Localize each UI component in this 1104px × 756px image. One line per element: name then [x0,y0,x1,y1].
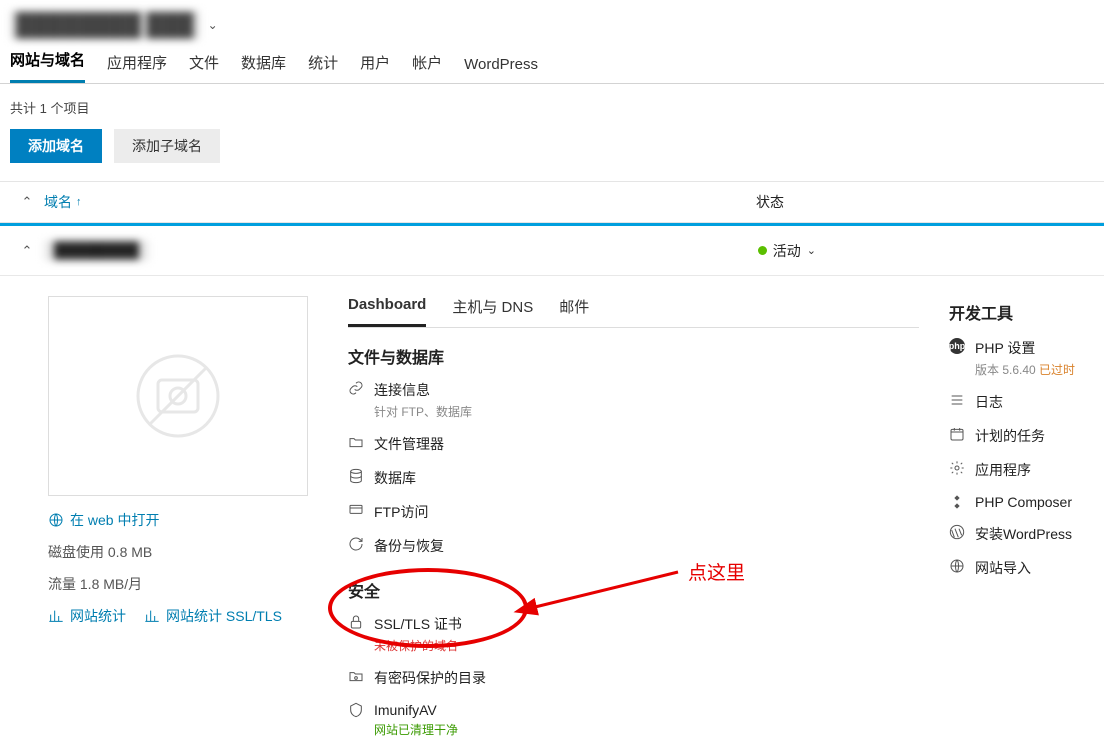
globe-icon [48,512,64,528]
collapse-toggle-icon[interactable]: ⌃ [10,243,44,259]
php-version-note: 版本 5.6.40 已过时 [975,361,1075,378]
top-tabs: 网站与域名 应用程序 文件 数据库 统计 用户 帐户 WordPress [0,48,1104,84]
wordpress-icon [949,524,965,540]
chevron-down-icon[interactable]: ⌄ [208,18,218,32]
status-dropdown[interactable]: 活动 ⌄ [758,241,1094,261]
item-count: 共计 1 个项目 [0,84,1104,129]
tab-stats[interactable]: 统计 [308,52,338,83]
database-icon [348,468,364,484]
composer-icon [949,494,965,510]
logs-link[interactable]: 日志 [949,392,1094,412]
column-status-label: 状态 [756,192,1094,212]
php-settings-link[interactable]: php PHP 设置 版本 5.6.40 已过时 [949,338,1094,378]
link-icon [348,380,364,396]
ftp-icon [348,502,364,518]
install-wordpress-link[interactable]: 安装WordPress [949,524,1094,544]
domain-panel: ⌃ ████████ 活动 ⌄ 在 web 中打开 [0,223,1104,748]
status-active-icon [758,246,767,255]
tab-wordpress[interactable]: WordPress [464,56,538,83]
security-list: SSL/TLS 证书 未被保护的域名 有密码保护的目录 ImunifyAV 网站… [348,614,919,738]
column-domain-label: 域名 [44,192,72,212]
domain-subtabs: Dashboard 主机与 DNS 邮件 [348,296,919,328]
databases-link[interactable]: 数据库 [348,468,919,488]
sort-ascending-icon: ↑ [76,196,82,208]
domain-panel-body: 在 web 中打开 磁盘使用 0.8 MB 流量 1.8 MB/月 网站统计 [0,276,1104,748]
section-security-title: 安全 [348,578,919,602]
ftp-access-link[interactable]: FTP访问 [348,502,919,522]
right-column: 开发工具 php PHP 设置 版本 5.6.40 已过时 日志 [949,296,1094,738]
connection-info-link[interactable]: 连接信息 针对 FTP、数据库 [348,380,919,420]
file-manager-link[interactable]: 文件管理器 [348,434,919,454]
folder-icon [348,434,364,450]
imunifyav-link[interactable]: ImunifyAV 网站已清理干净 [348,702,919,738]
no-image-icon [128,346,228,446]
tab-files[interactable]: 文件 [189,52,219,83]
lock-icon [348,614,364,630]
left-column: 在 web 中打开 磁盘使用 0.8 MB 流量 1.8 MB/月 网站统计 [48,296,348,738]
web-stats-link[interactable]: 网站统计 [48,606,126,626]
scheduled-tasks-link[interactable]: 计划的任务 [949,426,1094,446]
status-label: 活动 [773,241,801,261]
disk-usage: 磁盘使用 0.8 MB [48,542,348,562]
ssl-tls-certs-link[interactable]: SSL/TLS 证书 未被保护的域名 [348,614,919,654]
list-header: ⌃ 域名 ↑ 状态 [0,181,1104,223]
dev-tools-list: php PHP 设置 版本 5.6.40 已过时 日志 计划的任务 [949,338,1094,578]
php-badge-icon: php [949,338,965,354]
subtab-dashboard[interactable]: Dashboard [348,296,426,327]
site-screenshot-placeholder[interactable] [48,296,308,496]
globe-icon [949,558,965,574]
backup-icon [348,536,364,552]
domain-panel-header: ⌃ ████████ 活动 ⌄ [0,226,1104,276]
files-db-list: 连接信息 针对 FTP、数据库 文件管理器 数据库 FTP访问 [348,380,919,556]
gear-icon [949,460,965,476]
web-stats-ssl-link[interactable]: 网站统计 SSL/TLS [144,606,282,626]
domain-name[interactable]: ████████ [44,240,149,261]
chevron-down-icon: ⌄ [807,244,816,257]
backup-restore-link[interactable]: 备份与恢复 [348,536,919,556]
subscription-title: ████████ ███ [10,10,200,40]
tab-apps[interactable]: 应用程序 [107,52,167,83]
traffic: 流量 1.8 MB/月 [48,574,348,594]
tab-databases[interactable]: 数据库 [241,52,286,83]
bar-chart-icon [48,608,64,624]
list-icon [949,392,965,408]
page-header: ████████ ███ ⌄ [0,0,1104,48]
tab-account[interactable]: 帐户 [412,52,442,83]
middle-column: Dashboard 主机与 DNS 邮件 文件与数据库 连接信息 针对 FTP、… [348,296,949,738]
subtab-hosting-dns[interactable]: 主机与 DNS [452,296,533,327]
add-subdomain-button[interactable]: 添加子域名 [114,129,220,163]
sort-by-domain[interactable]: 域名 ↑ [44,192,82,212]
collapse-all-icon[interactable]: ⌃ [10,194,44,210]
calendar-icon [949,426,965,442]
password-protected-dirs-link[interactable]: 有密码保护的目录 [348,668,919,688]
section-dev-tools-title: 开发工具 [949,300,1094,324]
open-in-web-link[interactable]: 在 web 中打开 [48,510,348,530]
applications-link[interactable]: 应用程序 [949,460,1094,480]
add-domain-button[interactable]: 添加域名 [10,129,102,163]
website-import-link[interactable]: 网站导入 [949,558,1094,578]
tab-websites-domains[interactable]: 网站与域名 [10,49,85,83]
subtab-mail[interactable]: 邮件 [559,296,589,327]
shield-folder-icon [348,668,364,684]
bar-chart-icon [144,608,160,624]
php-composer-link[interactable]: PHP Composer [949,494,1094,510]
section-files-databases-title: 文件与数据库 [348,344,919,368]
tab-users[interactable]: 用户 [360,52,390,83]
imunify-icon [348,702,364,718]
action-row: 添加域名 添加子域名 [0,129,1104,181]
